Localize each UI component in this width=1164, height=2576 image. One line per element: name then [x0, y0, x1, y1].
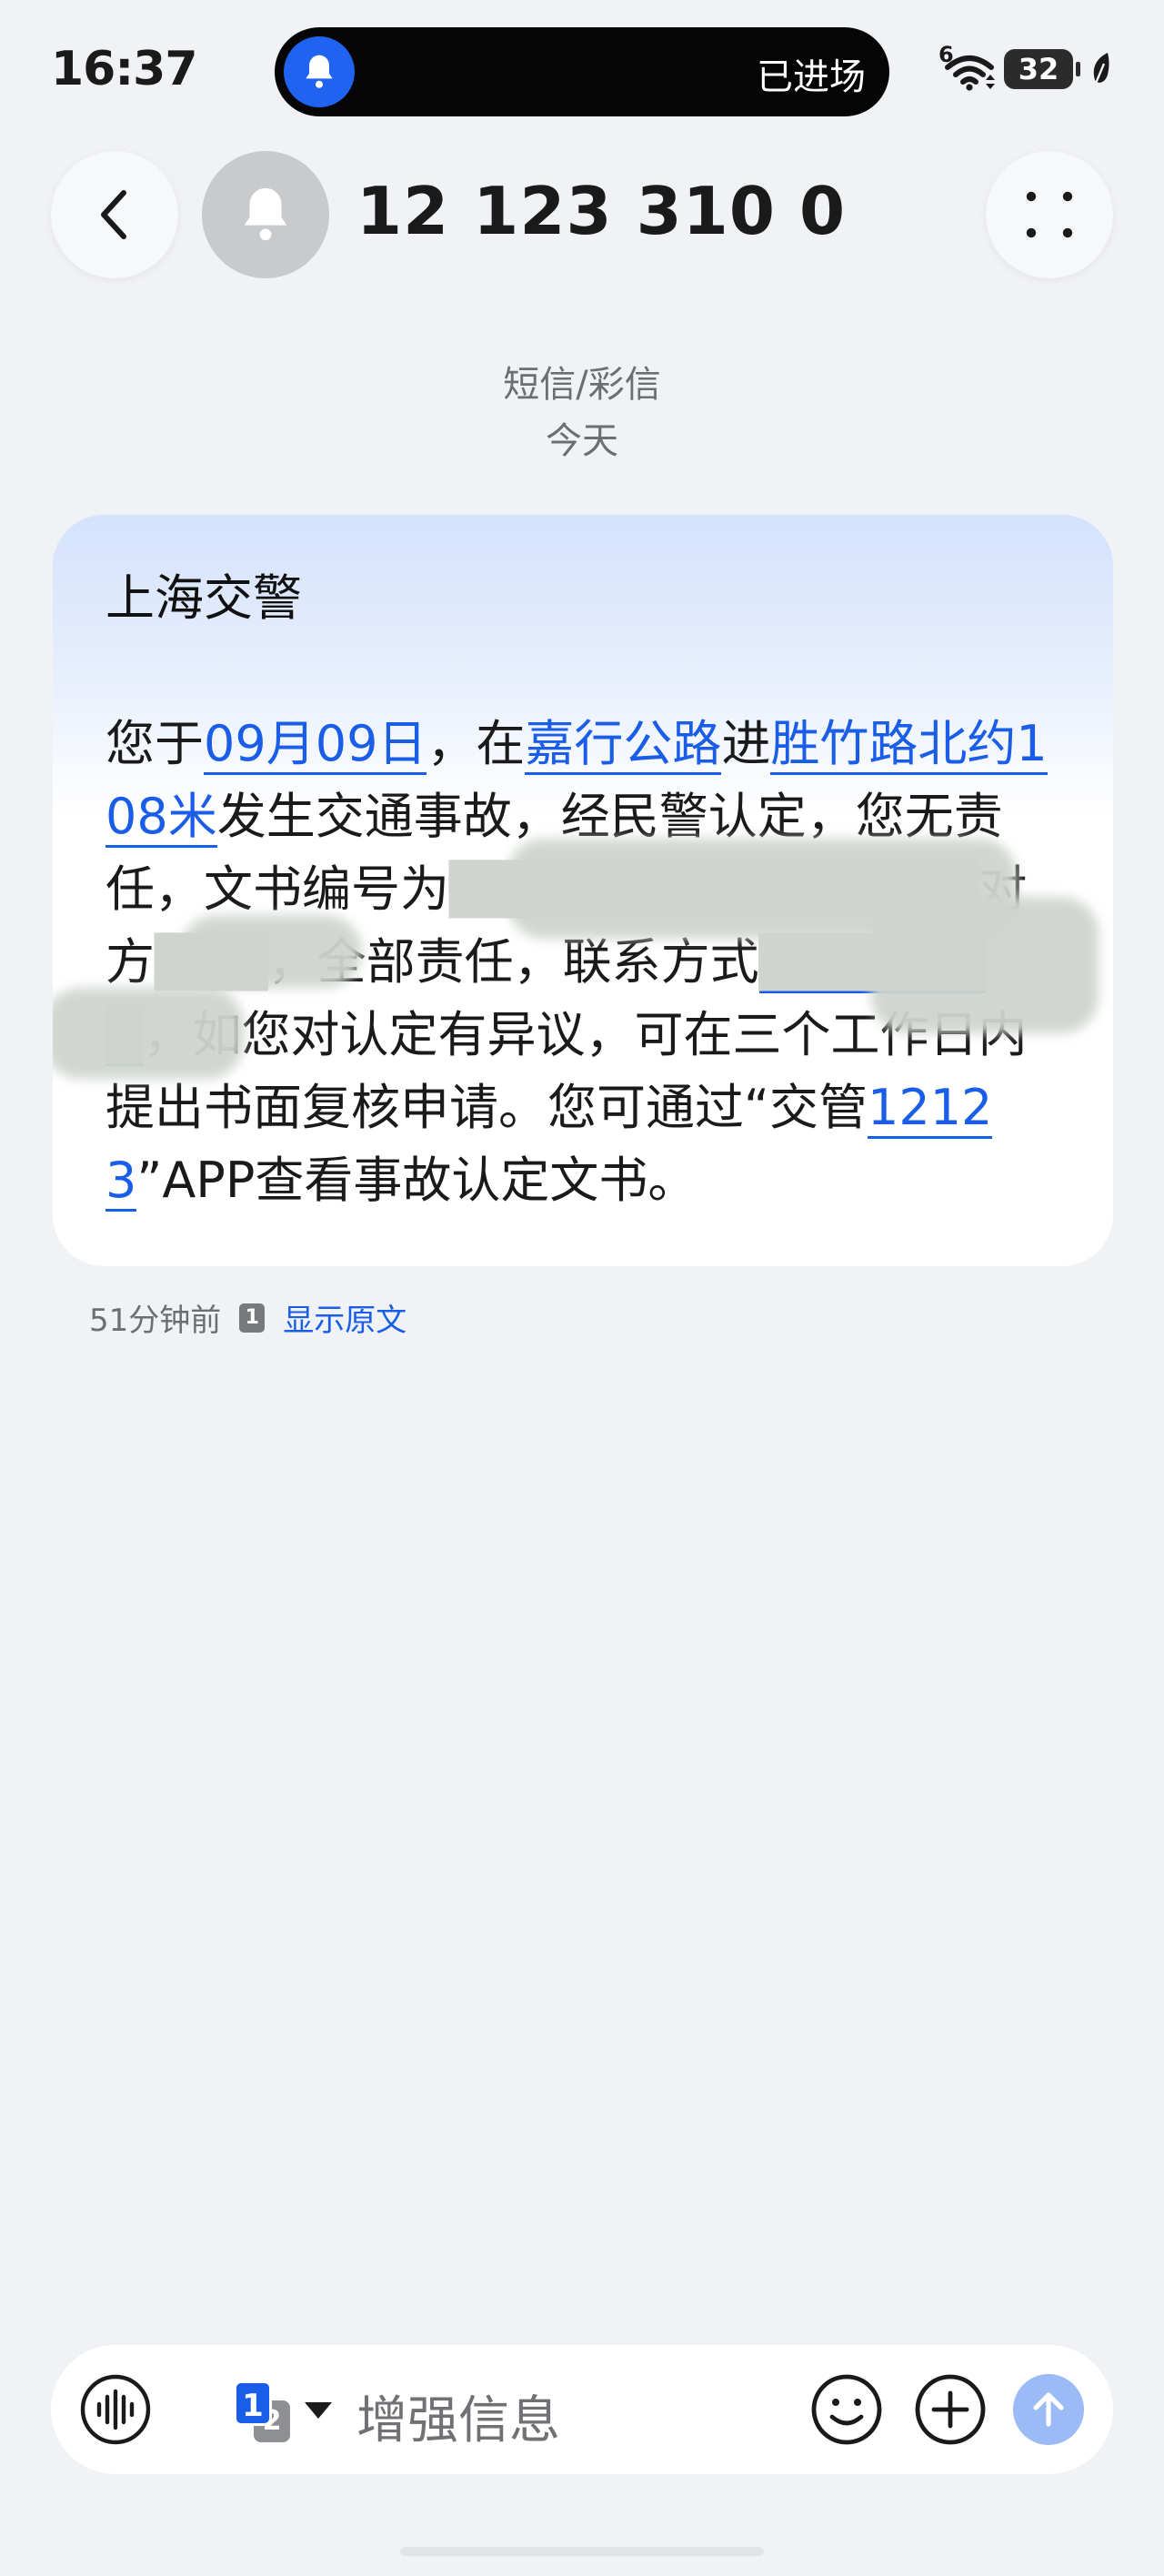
attach-button[interactable]: [909, 2345, 991, 2474]
compose-bar: 2 1 增强信息: [51, 2345, 1113, 2474]
send-arrow-icon: [1033, 2392, 1064, 2427]
contact-avatar[interactable]: [202, 151, 329, 278]
wifi-icon-svg: [945, 55, 995, 91]
emoji-icon: [811, 2374, 882, 2445]
date-divider: 今天: [546, 420, 618, 462]
voice-wave-icon: [80, 2374, 151, 2445]
message-bubble[interactable]: 上海交警 您于09月09日，在嘉行公路进胜竹路北约108米发生交通事故，经民警认…: [53, 515, 1113, 1266]
privacy-blur: [871, 897, 1099, 1033]
more-dots-icon: [1026, 191, 1073, 238]
message-segment: 进: [721, 715, 771, 772]
back-chevron-icon: [101, 190, 126, 239]
show-original-link[interactable]: 显示原文: [283, 1295, 406, 1340]
date-link[interactable]: 09月09日: [204, 715, 427, 775]
privacy-blur: [53, 988, 244, 1079]
message-input[interactable]: 增强信息: [356, 2380, 560, 2453]
message-thread-screen: 16:37 已进场 6 32 12 123 310 0 短信/彩信 今天 上海交…: [0, 0, 1164, 2576]
leaf-icon: [1093, 53, 1109, 86]
bell-icon-svg: [306, 55, 333, 88]
message-meta-row: 51分钟前 1 显示原文: [89, 1295, 406, 1340]
send-button[interactable]: [1013, 2374, 1084, 2445]
sim-switch-button[interactable]: 2 1: [220, 2345, 338, 2474]
bell-icon: [284, 36, 355, 107]
battery-icon: 32: [1004, 49, 1080, 89]
bell-icon: [244, 187, 287, 241]
plus-icon: [915, 2374, 986, 2445]
emoji-button[interactable]: [806, 2345, 888, 2474]
battery-level: 32: [1018, 52, 1059, 86]
sim-card-icon: 2 1: [225, 2373, 297, 2446]
sim-primary: 1: [234, 2380, 272, 2426]
message-time: 51分钟前: [89, 1303, 222, 1339]
message-type-label: 短信/彩信: [503, 364, 661, 406]
home-indicator[interactable]: [400, 2547, 764, 2556]
more-options-button[interactable]: [986, 151, 1113, 278]
message-segment: ，在: [426, 715, 526, 772]
privacy-blur: [180, 915, 362, 988]
message-segment: 您于: [105, 715, 204, 772]
message-sender: 上海交警: [105, 569, 302, 627]
island-status-text: 已进场: [757, 56, 866, 98]
contact-name[interactable]: 12 123 310 0: [356, 173, 846, 249]
dynamic-island[interactable]: 已进场: [275, 27, 889, 116]
status-time: 16:37: [51, 42, 198, 96]
status-bar: 16:37 已进场 6 32: [0, 0, 1164, 136]
status-icons: 6 32: [938, 42, 1113, 91]
sim-badge: 1: [239, 1303, 266, 1333]
location-link[interactable]: 嘉行公路: [525, 715, 722, 775]
back-button[interactable]: [51, 151, 178, 278]
dropdown-triangle-icon: [305, 2402, 332, 2419]
message-segment: ”APP查看事故认定文书。: [136, 1152, 697, 1209]
voice-input-button[interactable]: [75, 2345, 156, 2474]
wifi-icon: 6: [938, 42, 995, 91]
conversation-header: 12 123 310 0: [0, 146, 1164, 282]
